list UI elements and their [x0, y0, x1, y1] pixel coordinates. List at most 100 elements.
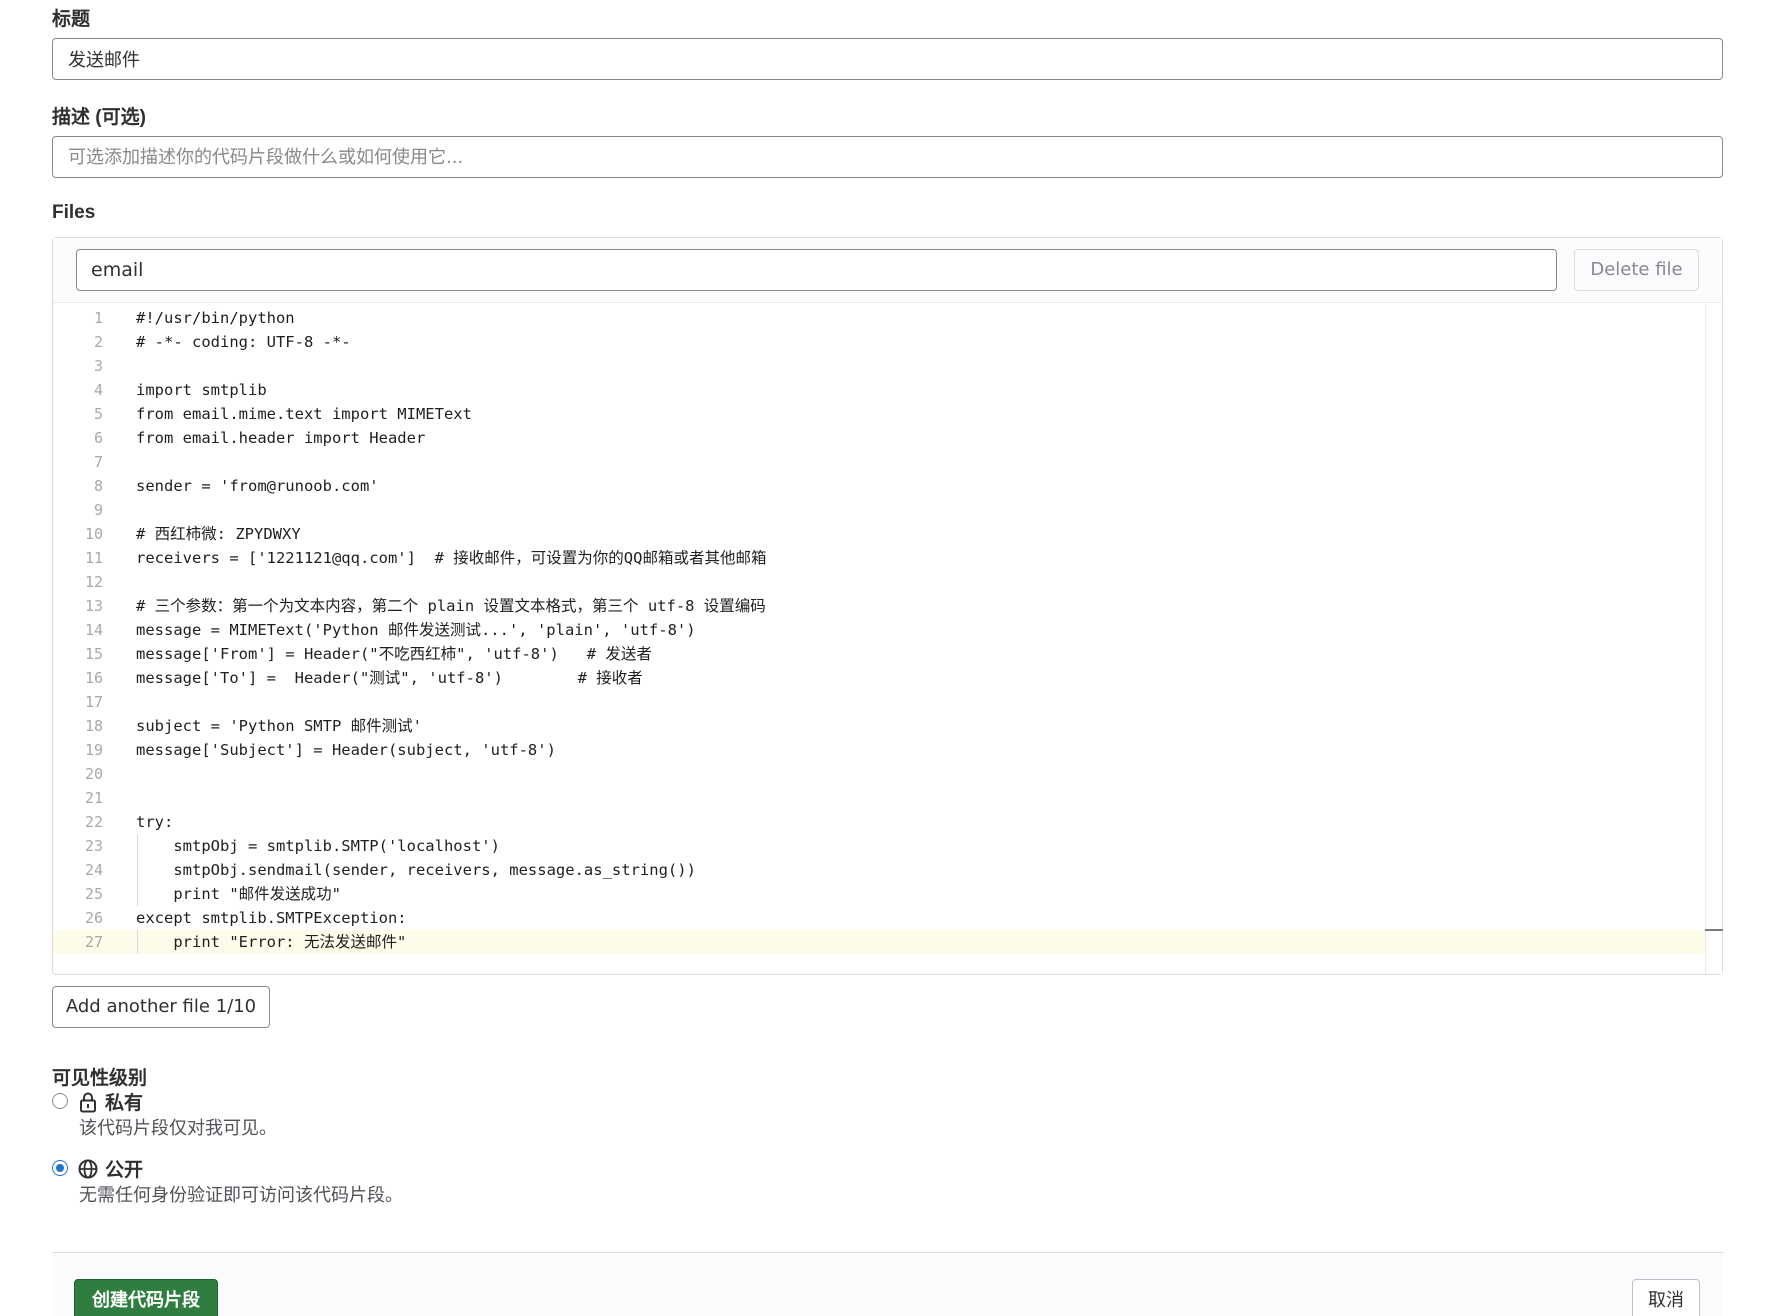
code-line[interactable]: 21 [53, 786, 1705, 810]
code-line[interactable]: 5 from email.mime.text import MIMEText [53, 402, 1705, 426]
code-line[interactable]: 3 [53, 354, 1705, 378]
visibility-public-title: 公开 [105, 1160, 144, 1181]
line-number: 6 [93, 429, 103, 447]
create-snippet-button[interactable]: 创建代码片段 [74, 1279, 218, 1316]
line-number: 17 [84, 693, 103, 711]
line-number: 24 [84, 861, 103, 879]
globe-icon [77, 1158, 99, 1180]
code-text: message['Subject'] = Header(subject, 'ut… [136, 741, 556, 759]
line-number: 7 [93, 453, 103, 471]
line-number: 15 [84, 645, 103, 663]
file-header: Delete file [53, 238, 1722, 303]
code-text: except smtplib.SMTPException: [136, 909, 407, 927]
code-line[interactable]: 15 message['From'] = Header("不吃西红柿", 'utf… [53, 642, 1705, 666]
code-line[interactable]: 6 from email.header import Header [53, 426, 1705, 450]
line-number: 10 [84, 525, 103, 543]
code-text: from email.header import Header [136, 429, 426, 447]
line-number: 2 [93, 333, 103, 351]
code-text: # 三个参数：第一个为文本内容，第二个 plain 设置文本格式，第三个 utf… [136, 597, 766, 615]
line-number: 27 [84, 933, 103, 951]
code-line[interactable]: 24 smtpObj.sendmail(sender, receivers, m… [53, 858, 1705, 882]
new-snippet-form: 标题 描述 (可选) Files Delete file 1 #!/usr/bin… [0, 0, 1774, 1316]
code-text: smtpObj.sendmail(sender, receivers, mess… [136, 861, 696, 879]
line-number: 11 [84, 549, 103, 567]
code-editor[interactable]: 1 #!/usr/bin/python 2 # -*- coding: UTF-8 -… [53, 304, 1705, 974]
line-number: 18 [84, 717, 103, 735]
add-another-file-button[interactable]: Add another file 1/10 [52, 986, 270, 1028]
line-number: 26 [84, 909, 103, 927]
title-input[interactable] [52, 38, 1723, 80]
cancel-button[interactable]: 取消 [1632, 1279, 1700, 1316]
description-input[interactable] [52, 136, 1723, 178]
file-editor-card: Delete file 1 #!/usr/bin/python 2 # -*- cod… [52, 237, 1723, 975]
visibility-private-radio[interactable] [52, 1093, 68, 1109]
line-number: 13 [84, 597, 103, 615]
code-line[interactable]: 22 try: [53, 810, 1705, 834]
code-line[interactable]: 19 message['Subject'] = Header(subject, '… [53, 738, 1705, 762]
code-line[interactable]: 17 [53, 690, 1705, 714]
code-text: #!/usr/bin/python [136, 309, 295, 327]
line-number: 21 [84, 789, 103, 807]
line-number: 9 [93, 501, 103, 519]
code-text: smtpObj = smtplib.SMTP('localhost') [136, 837, 500, 855]
line-number: 1 [93, 309, 103, 327]
code-line[interactable]: 7 [53, 450, 1705, 474]
code-text: message = MIMEText('Python 邮件发送测试...', '… [136, 621, 696, 639]
line-number: 8 [93, 477, 103, 495]
code-line[interactable]: 16 message['To'] = Header("测试", 'utf-8') … [53, 666, 1705, 690]
code-line[interactable]: 12 [53, 570, 1705, 594]
code-text: from email.mime.text import MIMEText [136, 405, 472, 423]
title-label: 标题 [52, 9, 91, 30]
scrollbar-thumb[interactable] [1705, 929, 1723, 931]
code-line[interactable]: 4 import smtplib [53, 378, 1705, 402]
delete-file-button[interactable]: Delete file [1574, 249, 1699, 291]
code-line[interactable]: 25 print "邮件发送成功" [53, 882, 1705, 906]
code-line[interactable]: 27 print "Error: 无法发送邮件" [53, 930, 1705, 954]
code-line[interactable]: 2 # -*- coding: UTF-8 -*- [53, 330, 1705, 354]
code-text: print "Error: 无法发送邮件" [136, 933, 407, 951]
filename-input[interactable] [76, 249, 1557, 291]
visibility-label: 可见性级别 [52, 1068, 148, 1089]
code-line[interactable]: 8 sender = 'from@runoob.com' [53, 474, 1705, 498]
lock-icon [77, 1091, 99, 1113]
visibility-private-title: 私有 [105, 1093, 144, 1114]
line-number: 3 [93, 357, 103, 375]
line-number: 22 [84, 813, 103, 831]
code-line[interactable]: 14 message = MIMEText('Python 邮件发送测试...',… [53, 618, 1705, 642]
code-line[interactable]: 26 except smtplib.SMTPException: [53, 906, 1705, 930]
code-text: print "邮件发送成功" [136, 885, 341, 903]
code-line[interactable]: 23 smtpObj = smtplib.SMTP('localhost') [53, 834, 1705, 858]
visibility-public-description: 无需任何身份验证即可访问该代码片段。 [79, 1185, 403, 1205]
line-number: 23 [84, 837, 103, 855]
code-line[interactable]: 13 # 三个参数：第一个为文本内容，第二个 plain 设置文本格式，第三个 u… [53, 594, 1705, 618]
code-text: # 西红柿微: ZPYDWXY [136, 525, 301, 543]
line-number: 19 [84, 741, 103, 759]
files-label: Files [52, 202, 96, 223]
visibility-public-radio[interactable] [52, 1160, 68, 1176]
code-text: import smtplib [136, 381, 267, 399]
code-text: # -*- coding: UTF-8 -*- [136, 333, 351, 351]
code-line[interactable]: 20 [53, 762, 1705, 786]
description-label: 描述 (可选) [52, 107, 146, 128]
code-text: receivers = ['1221121@qq.com'] # 接收邮件，可设… [136, 549, 767, 567]
line-number: 16 [84, 669, 103, 687]
code-text: message['From'] = Header("不吃西红柿", 'utf-8… [136, 645, 652, 663]
line-number: 12 [84, 573, 103, 591]
code-text: try: [136, 813, 174, 831]
form-actions: 创建代码片段 取消 [52, 1252, 1723, 1316]
code-line[interactable]: 9 [53, 498, 1705, 522]
visibility-private-description: 该代码片段仅对我可见。 [79, 1118, 277, 1138]
line-number: 14 [84, 621, 103, 639]
line-number: 20 [84, 765, 103, 783]
code-line[interactable]: 11 receivers = ['1221121@qq.com'] # 接收邮件，… [53, 546, 1705, 570]
line-number: 5 [93, 405, 103, 423]
code-text: message['To'] = Header("测试", 'utf-8') # … [136, 669, 643, 687]
code-line[interactable]: 18 subject = 'Python SMTP 邮件测试' [53, 714, 1705, 738]
editor-scrollbar[interactable] [1705, 304, 1722, 974]
code-line[interactable]: 10 # 西红柿微: ZPYDWXY [53, 522, 1705, 546]
code-text: subject = 'Python SMTP 邮件测试' [136, 717, 422, 735]
line-number: 25 [84, 885, 103, 903]
line-number: 4 [93, 381, 103, 399]
code-line[interactable]: 1 #!/usr/bin/python [53, 306, 1705, 330]
code-text: sender = 'from@runoob.com' [136, 477, 379, 495]
